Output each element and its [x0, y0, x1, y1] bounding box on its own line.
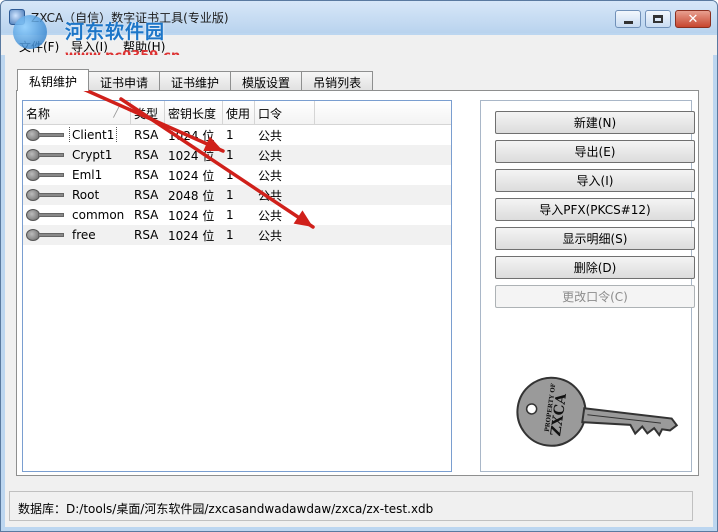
row-password: 公共 — [258, 128, 283, 143]
row-name-cell: common — [23, 207, 131, 223]
table-row[interactable]: Crypt1 RSA 1024 位 1 公共 — [23, 145, 451, 165]
tab-cert-maintenance[interactable]: 证书维护 — [159, 71, 232, 91]
window-title: ZXCA（自信）数字证书工具(专业版) — [31, 11, 229, 25]
database-path: 数据库：D:/tools/桌面/河东软件园/zxcasandwadawdaw/z… — [18, 502, 434, 516]
row-use: 1 — [226, 208, 234, 222]
row-name: Root — [72, 188, 100, 202]
app-icon — [9, 9, 25, 25]
row-type: RSA — [134, 208, 159, 222]
menu-import[interactable]: 导入(I) — [71, 38, 108, 55]
minimize-button[interactable] — [615, 10, 641, 28]
new-button[interactable]: 新建(N) — [495, 111, 695, 134]
close-icon: ✕ — [687, 11, 699, 27]
row-use: 1 — [226, 228, 234, 242]
menu-help[interactable]: 帮助(H) — [123, 38, 165, 55]
import-button[interactable]: 导入(I) — [495, 169, 695, 192]
row-name-cell: Root — [23, 187, 131, 203]
row-name: Crypt1 — [72, 148, 113, 162]
menu-file[interactable]: 文件(F) — [19, 38, 59, 55]
app-window: ZXCA（自信）数字证书工具(专业版) ✕ 文件(F) 导入(I) 帮助(H) … — [0, 0, 718, 532]
row-name-cell: free — [23, 227, 131, 243]
change-password-button[interactable]: 更改口令(C) — [495, 285, 695, 308]
table-row[interactable]: common RSA 1024 位 1 公共 — [23, 205, 451, 225]
key-icon — [26, 149, 66, 161]
close-button[interactable]: ✕ — [675, 10, 711, 28]
row-name-cell: Eml1 — [23, 167, 131, 183]
row-name-cell: Crypt1 — [23, 147, 131, 163]
tab-template-settings[interactable]: 模版设置 — [230, 71, 303, 91]
action-panel: 新建(N) 导出(E) 导入(I) 导入PFX(PKCS#12) 显示明细(S)… — [480, 100, 695, 472]
column-header-length[interactable]: 密钥长度 — [165, 101, 223, 124]
row-name: common — [72, 208, 125, 222]
minimize-icon — [623, 20, 633, 24]
row-password: 公共 — [258, 208, 283, 223]
tab-revocation-list[interactable]: 吊销列表 — [301, 71, 374, 91]
row-password: 公共 — [258, 168, 283, 183]
sort-icon: ╱ — [113, 105, 120, 118]
tab-cert-request[interactable]: 证书申请 — [88, 71, 161, 91]
table-row[interactable]: free RSA 1024 位 1 公共 — [23, 225, 451, 245]
row-length: 1024 位 — [168, 128, 215, 143]
row-length: 1024 位 — [168, 148, 215, 163]
key-icon — [26, 189, 66, 201]
column-header-type[interactable]: 类型 — [131, 101, 165, 124]
row-use: 1 — [226, 128, 234, 142]
client-area: 私钥维护 证书申请 证书维护 模版设置 吊销列表 名称 ╱ 类型 密钥长度 使用… — [5, 55, 713, 527]
zxca-key-logo-icon: PROPERTY OF ZXCA — [516, 376, 679, 447]
show-detail-button[interactable]: 显示明细(S) — [495, 227, 695, 250]
key-icon — [26, 129, 66, 141]
row-password: 公共 — [258, 228, 283, 243]
column-header-use[interactable]: 使用 — [223, 101, 255, 124]
row-type: RSA — [134, 128, 159, 142]
row-name: Eml1 — [72, 168, 103, 182]
row-name: free — [72, 228, 96, 242]
export-button[interactable]: 导出(E) — [495, 140, 695, 163]
key-list[interactable]: 名称 ╱ 类型 密钥长度 使用 口令 Client1 RSA 1024 位 1 … — [22, 100, 452, 472]
row-type: RSA — [134, 168, 159, 182]
row-name-cell: Client1 — [23, 127, 131, 143]
maximize-icon — [653, 15, 663, 23]
column-header-password[interactable]: 口令 — [255, 101, 315, 124]
row-use: 1 — [226, 148, 234, 162]
delete-button[interactable]: 删除(D) — [495, 256, 695, 279]
row-use: 1 — [226, 188, 234, 202]
tab-strip: 私钥维护 证书申请 证书维护 模版设置 吊销列表 — [17, 69, 374, 91]
import-pfx-button[interactable]: 导入PFX(PKCS#12) — [495, 198, 695, 221]
row-length: 1024 位 — [168, 168, 215, 183]
key-icon — [26, 169, 66, 181]
row-type: RSA — [134, 188, 159, 202]
column-header-name[interactable]: 名称 ╱ — [23, 101, 131, 124]
row-length: 1024 位 — [168, 208, 215, 223]
tab-private-key[interactable]: 私钥维护 — [17, 69, 90, 91]
private-key-panel: 名称 ╱ 类型 密钥长度 使用 口令 Client1 RSA 1024 位 1 … — [16, 90, 699, 476]
row-password: 公共 — [258, 188, 283, 203]
row-type: RSA — [134, 228, 159, 242]
row-length: 2048 位 — [168, 188, 215, 203]
row-password: 公共 — [258, 148, 283, 163]
table-row[interactable]: Eml1 RSA 1024 位 1 公共 — [23, 165, 451, 185]
title-bar[interactable]: ZXCA（自信）数字证书工具(专业版) ✕ — [1, 1, 717, 33]
status-bar: 数据库：D:/tools/桌面/河东软件园/zxcasandwadawdaw/z… — [9, 491, 693, 521]
maximize-button[interactable] — [645, 10, 671, 28]
row-length: 1024 位 — [168, 228, 215, 243]
key-icon — [26, 229, 66, 241]
table-row[interactable]: Client1 RSA 1024 位 1 公共 — [23, 125, 451, 145]
row-type: RSA — [134, 148, 159, 162]
column-header-name-label: 名称 — [26, 107, 51, 121]
row-use: 1 — [226, 168, 234, 182]
list-header: 名称 ╱ 类型 密钥长度 使用 口令 — [23, 101, 451, 125]
menu-bar: 文件(F) 导入(I) 帮助(H) — [1, 35, 717, 55]
key-icon — [26, 209, 66, 221]
table-row[interactable]: Root RSA 2048 位 1 公共 — [23, 185, 451, 205]
row-name: Client1 — [68, 127, 118, 143]
